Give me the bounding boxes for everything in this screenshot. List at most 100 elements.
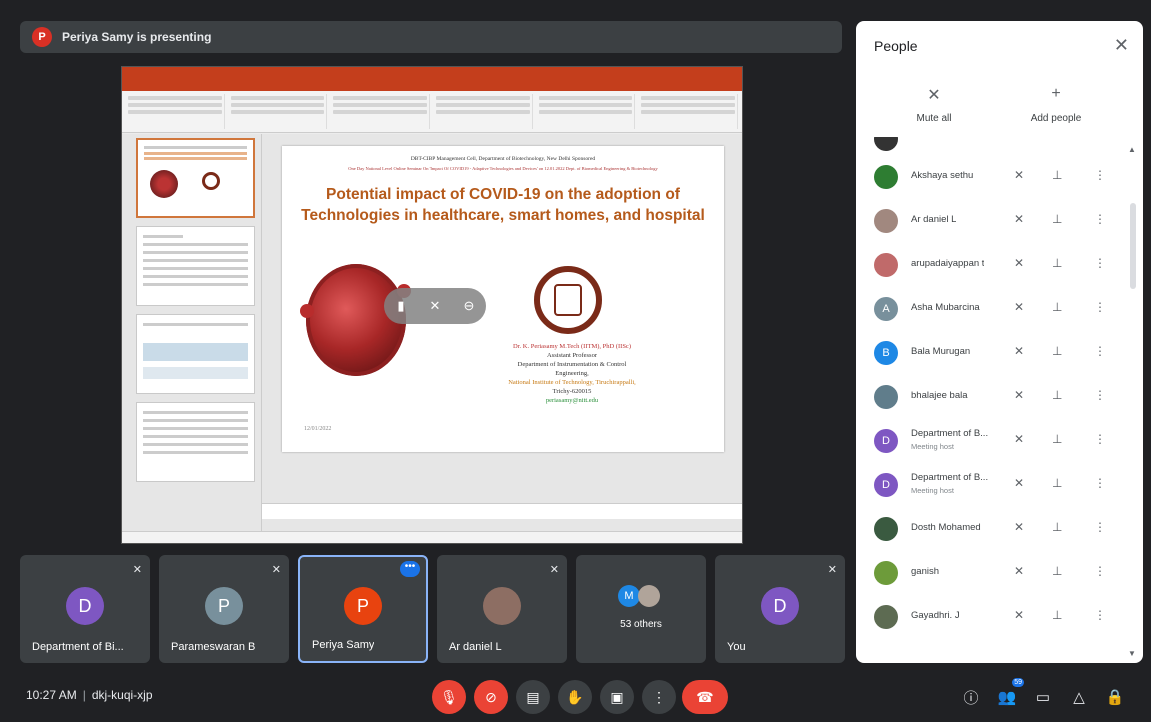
more-vert-icon[interactable]: ⋮ [1094, 168, 1106, 182]
mic-off-icon: ✕ [1014, 476, 1025, 490]
pin-icon[interactable]: ⊥ [1052, 476, 1062, 490]
list-item[interactable]: Ar daniel L ✕ ⊥ ⋮ [856, 199, 1126, 243]
list-item[interactable]: bhalajee bala ✕ ⊥ ⋮ [856, 375, 1126, 419]
slide-thumbnail [136, 138, 255, 218]
participant-tile-presenter[interactable]: ••• P Periya Samy [298, 555, 428, 663]
pin-icon[interactable]: ⊥ [1052, 212, 1062, 226]
captions-button[interactable]: ▤ [516, 680, 550, 714]
host-controls-icon[interactable]: 🔒 [1102, 684, 1128, 710]
avatar: D [66, 586, 104, 625]
more-vert-icon[interactable]: ⋮ [1094, 256, 1106, 270]
avatar: P [344, 586, 382, 625]
more-vert-icon[interactable]: ⋮ [1094, 564, 1106, 578]
list-item[interactable]: A Asha Mubarcina ✕ ⊥ ⋮ [856, 287, 1126, 331]
list-item[interactable]: ganish ✕ ⊥ ⋮ [856, 551, 1126, 595]
more-options-icon[interactable]: ••• [400, 561, 420, 577]
mic-off-icon: ✕ [132, 564, 142, 576]
more-vert-icon[interactable]: ⋮ [1094, 608, 1106, 622]
remove-icon[interactable]: ⊖ [461, 298, 477, 314]
close-icon[interactable]: ✕ [1114, 35, 1129, 56]
others-tile[interactable]: M 53 others [576, 555, 706, 663]
raise-hand-button[interactable]: ✋ [558, 680, 592, 714]
participant-name: Parameswaran B [171, 641, 256, 653]
author-line: Engineering, [555, 370, 589, 377]
pin-icon[interactable]: ⊥ [1052, 520, 1062, 534]
avatar [874, 137, 898, 151]
more-vert-icon[interactable]: ⋮ [1094, 344, 1106, 358]
presenting-banner: P Periya Samy is presenting [20, 21, 842, 53]
participant-name: Ar daniel L [449, 641, 502, 653]
mic-toggle-button[interactable]: 🎙 [432, 680, 466, 714]
list-item-partial [856, 137, 1126, 155]
camera-toggle-button[interactable]: ⊘ [474, 680, 508, 714]
mute-all-button[interactable]: ✕ Mute all [884, 85, 984, 124]
slide-thumbnail [136, 314, 255, 394]
list-item[interactable]: B Bala Murugan ✕ ⊥ ⋮ [856, 331, 1126, 375]
avatar: D [761, 586, 799, 625]
add-people-button[interactable]: + Add people [1006, 85, 1106, 124]
more-vert-icon[interactable]: ⋮ [1094, 388, 1106, 402]
list-item[interactable]: Gayadhri. J ✕ ⊥ ⋮ [856, 595, 1126, 639]
scrollbar[interactable] [1130, 203, 1136, 289]
people-list: Akshaya sethu ✕ ⊥ ⋮ Ar daniel L ✕ ⊥ ⋮ ar… [856, 137, 1126, 663]
participant-tile[interactable]: ✕ P Parameswaran B [159, 555, 289, 663]
pin-icon[interactable]: ▮ [393, 298, 409, 314]
avatar-photo [483, 586, 521, 625]
shared-screen: DBT-CIBP Management Cell, Department of … [121, 66, 743, 544]
participant-tile[interactable]: ✕ Ar daniel L [437, 555, 567, 663]
author-name: Dr. K. Periasamy M.Tech (IITM), PhD (IIS… [513, 343, 631, 350]
mic-off-icon: ✕ [1014, 564, 1025, 578]
mic-off-icon: ✕ [271, 564, 281, 576]
more-options-button[interactable]: ⋮ [642, 680, 676, 714]
leave-call-button[interactable]: ☎ [682, 680, 728, 714]
pin-icon[interactable]: ⊥ [1052, 344, 1062, 358]
avatar: D [874, 473, 898, 497]
more-vert-icon[interactable]: ⋮ [1094, 300, 1106, 314]
list-item[interactable]: arupadaiyappan t ✕ ⊥ ⋮ [856, 243, 1126, 287]
scroll-down-icon[interactable]: ▼ [1128, 649, 1136, 658]
more-vert-icon[interactable]: ⋮ [1094, 212, 1106, 226]
pin-icon[interactable]: ⊥ [1052, 256, 1062, 270]
participant-name: You [727, 641, 746, 653]
chat-icon[interactable]: ▭ [1030, 684, 1056, 710]
scroll-up-icon[interactable]: ▲ [1128, 145, 1136, 154]
list-item[interactable]: D Department of B... Meeting host ✕ ⊥ ⋮ [856, 419, 1126, 463]
pin-icon[interactable]: ⊥ [1052, 432, 1062, 446]
meeting-info: 10:27 AM | dkj-kuqi-xjp [26, 688, 153, 702]
pin-icon[interactable]: ⊥ [1052, 300, 1062, 314]
pin-icon[interactable]: ⊥ [1052, 388, 1062, 402]
participant-tile[interactable]: ✕ D Department of Bi... [20, 555, 150, 663]
slide-header-line1: DBT-CIBP Management Cell, Department of … [410, 156, 596, 162]
list-item[interactable]: Akshaya sethu ✕ ⊥ ⋮ [856, 155, 1126, 199]
more-vert-icon[interactable]: ⋮ [1094, 432, 1106, 446]
list-item[interactable]: D Department of B... Meeting host ✕ ⊥ ⋮ [856, 463, 1126, 507]
more-vert-icon[interactable]: ⋮ [1094, 476, 1106, 490]
person-name: arupadaiyappan t [911, 258, 985, 269]
mic-off-icon: ✕ [1014, 432, 1025, 446]
slide-thumbnail [136, 402, 255, 482]
self-tile[interactable]: ✕ D You [715, 555, 845, 663]
pin-icon[interactable]: ⊥ [1052, 168, 1062, 182]
pin-icon[interactable]: ⊥ [1052, 564, 1062, 578]
pin-icon[interactable]: ⊥ [1052, 608, 1062, 622]
participant-name: Periya Samy [312, 639, 375, 651]
list-item[interactable]: Dosth Mohamed ✕ ⊥ ⋮ [856, 507, 1126, 551]
present-button[interactable]: ▣ [600, 680, 634, 714]
people-count-badge: 59 [1012, 678, 1024, 687]
avatar-photo [874, 385, 898, 409]
avatar: P [205, 586, 243, 625]
avatar-photo [874, 605, 898, 629]
avatar: M [618, 585, 640, 607]
others-count: 53 others [620, 619, 662, 630]
more-vert-icon[interactable]: ⋮ [1094, 520, 1106, 534]
presenter-avatar: P [32, 27, 52, 47]
info-icon[interactable]: ⓘ [958, 684, 984, 710]
mic-off-icon: ✕ [1014, 300, 1025, 314]
person-name: Gayadhri. J [911, 610, 960, 621]
mic-off-icon[interactable]: ✕ [427, 298, 443, 314]
people-icon[interactable]: 👥 59 [994, 678, 1024, 710]
avatar: B [874, 341, 898, 365]
person-name: Asha Mubarcina [911, 302, 980, 313]
avatar-photo [874, 561, 898, 585]
activities-icon[interactable]: △ [1066, 684, 1092, 710]
